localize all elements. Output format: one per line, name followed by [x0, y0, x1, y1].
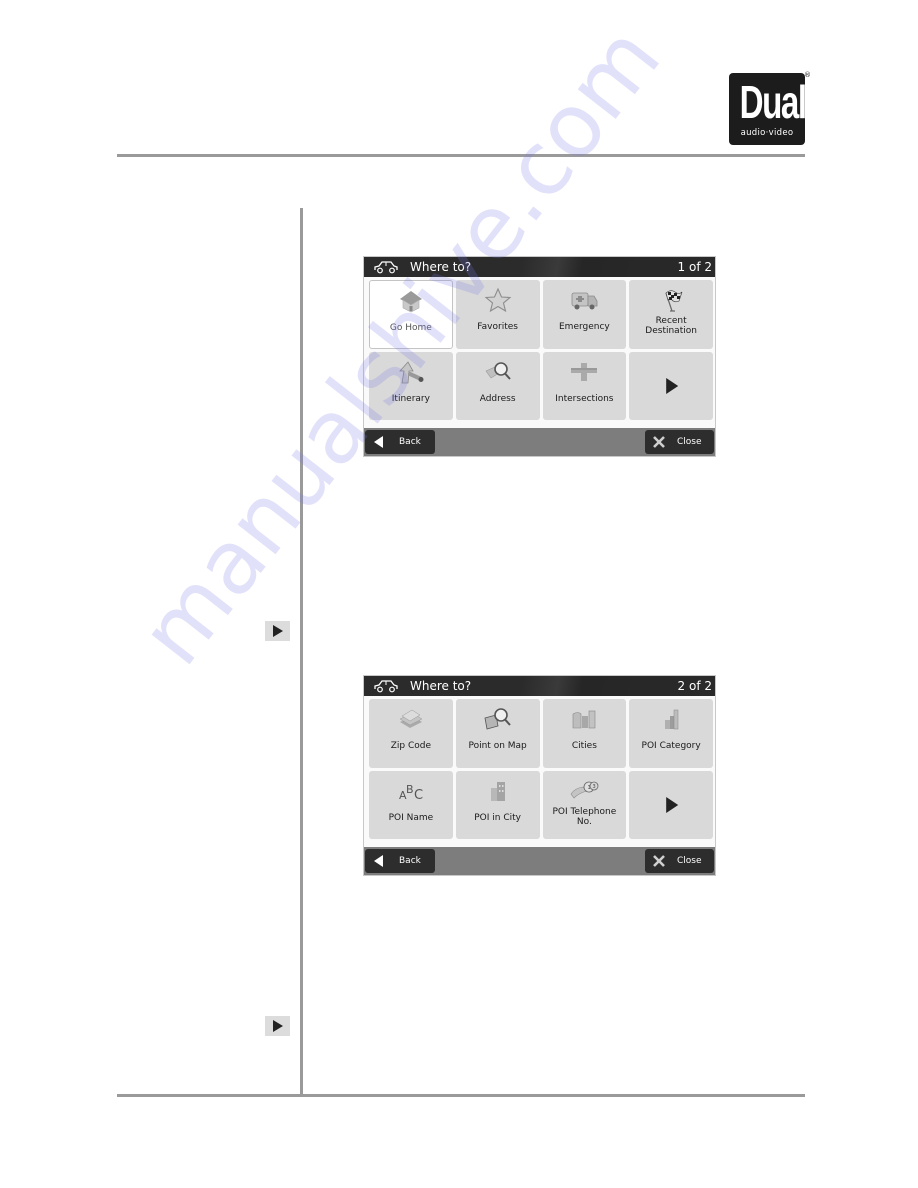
- page-indicator: 2 of 2: [677, 679, 712, 693]
- back-arrow-icon: [374, 855, 383, 867]
- tile-label: Itinerary: [391, 393, 430, 404]
- intersections-button[interactable]: Intersections: [542, 351, 627, 420]
- tile-label: Intersections: [555, 393, 614, 404]
- dual-logo: Dual audio·video ®: [729, 71, 811, 145]
- checkered-flag-icon: [665, 290, 683, 312]
- side-marker-2: [265, 1016, 290, 1036]
- cities-icon: [573, 710, 596, 729]
- poi-name-button[interactable]: A B C POI Name: [369, 770, 453, 839]
- itinerary-button[interactable]: Itinerary: [369, 351, 453, 420]
- logo-brand: Dual: [739, 76, 807, 128]
- tile-label: Go Home: [389, 323, 432, 333]
- bottom-bar: Back Close: [364, 428, 715, 456]
- car-icon: [374, 680, 398, 693]
- label-line-2: No.: [576, 816, 592, 827]
- poi-category-button[interactable]: POI Category: [629, 699, 713, 768]
- where-to-screen-page-2: Where to? 2 of 2 Zip Code Point on Map C…: [363, 675, 716, 876]
- title-bar: Where to? 1 of 2: [364, 257, 715, 277]
- poi-telephone-button[interactable]: 1 3 POI Telephone No.: [542, 770, 627, 839]
- bottom-bar: Back Close: [364, 847, 715, 875]
- favorites-button[interactable]: Favorites: [455, 280, 540, 349]
- menu-grid: Go Home Favorites Emergency Recent Desti…: [369, 280, 713, 420]
- tile-label: Recent Destination: [629, 316, 713, 336]
- close-label: Close: [677, 437, 702, 447]
- next-page-button[interactable]: [629, 351, 713, 420]
- screen-title: Where to?: [410, 679, 472, 693]
- zip-code-button[interactable]: Zip Code: [369, 699, 453, 768]
- telephone-icon: 1 3: [571, 781, 599, 798]
- close-icon: [653, 436, 665, 448]
- tile-label: POI Category: [641, 741, 701, 751]
- back-button[interactable]: Back: [365, 849, 435, 873]
- svg-text:C: C: [414, 788, 423, 803]
- label-line-2: Destination: [645, 326, 697, 336]
- next-page-button[interactable]: [629, 770, 713, 839]
- play-arrow-icon: [272, 625, 283, 637]
- label-line-1: Recent: [655, 316, 687, 326]
- column-divider: [300, 208, 303, 1097]
- next-page-arrow-icon: [666, 796, 679, 813]
- svg-text:1: 1: [588, 785, 591, 791]
- play-arrow-icon: [272, 1020, 283, 1032]
- tile-label: POI Telephone No.: [543, 807, 627, 827]
- footer-rule: [117, 1094, 805, 1097]
- label-line-1: POI Telephone: [552, 806, 617, 817]
- close-icon: [653, 855, 665, 867]
- tile-label: Address: [479, 393, 516, 404]
- tile-label: Cities: [571, 741, 597, 751]
- title-bar: Where to? 2 of 2: [364, 676, 715, 696]
- close-button[interactable]: Close: [645, 430, 714, 454]
- zip-code-icon: [399, 709, 423, 728]
- poi-in-city-button[interactable]: POI in City: [455, 770, 540, 839]
- close-label: Close: [677, 856, 702, 866]
- page-indicator: 1 of 2: [677, 260, 712, 274]
- poi-category-icon: [665, 709, 679, 730]
- svg-text:3: 3: [593, 784, 596, 790]
- tile-label: Favorites: [477, 322, 518, 332]
- next-page-arrow-icon: [666, 377, 679, 394]
- screen-title: Where to?: [410, 260, 472, 274]
- close-button[interactable]: Close: [645, 849, 714, 873]
- back-button[interactable]: Back: [365, 430, 435, 454]
- abc-icon: A B C: [399, 783, 423, 803]
- svg-text:B: B: [406, 783, 414, 796]
- tile-label: Emergency: [558, 322, 610, 332]
- menu-grid: Zip Code Point on Map Cities POI Categor…: [369, 699, 713, 839]
- go-home-button[interactable]: Go Home: [369, 280, 453, 349]
- emergency-button[interactable]: Emergency: [542, 280, 627, 349]
- address-search-icon: [485, 361, 511, 380]
- star-icon: [484, 287, 512, 313]
- recent-destination-button[interactable]: Recent Destination: [629, 280, 713, 349]
- back-label: Back: [399, 437, 421, 447]
- point-on-map-button[interactable]: Point on Map: [455, 699, 540, 768]
- tile-label: Point on Map: [468, 741, 527, 751]
- city-building-icon: [490, 781, 505, 801]
- where-to-screen-page-1: Where to? 1 of 2 Go Home Favorites Emerg…: [363, 256, 716, 457]
- back-arrow-icon: [374, 436, 383, 448]
- header-rule: [117, 154, 805, 157]
- side-marker-1: [265, 621, 290, 641]
- tile-label: POI Name: [388, 812, 434, 823]
- address-button[interactable]: Address: [455, 351, 540, 420]
- registered-mark: ®: [804, 71, 811, 79]
- cities-button[interactable]: Cities: [542, 699, 627, 768]
- car-icon: [374, 261, 398, 274]
- tile-label: POI in City: [474, 812, 521, 823]
- itinerary-icon: [398, 360, 424, 383]
- map-search-icon: [484, 708, 511, 730]
- intersection-icon: [571, 362, 598, 381]
- tile-label: Zip Code: [390, 741, 432, 751]
- ambulance-icon: [571, 292, 598, 310]
- home-icon: [399, 291, 422, 313]
- back-label: Back: [399, 856, 421, 866]
- logo-subtitle: audio·video: [740, 128, 794, 138]
